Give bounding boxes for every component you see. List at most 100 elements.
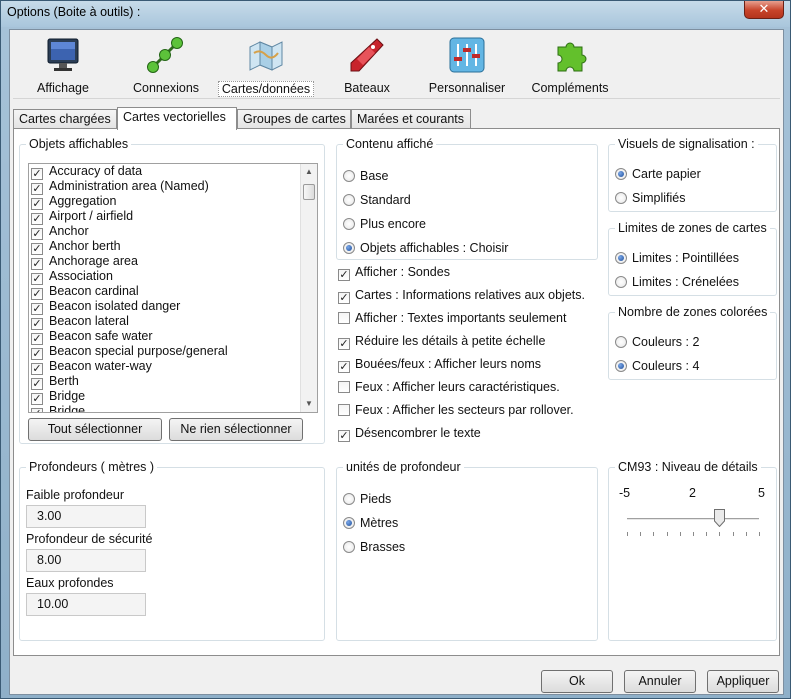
checkbox[interactable]	[338, 404, 350, 416]
radio-button[interactable]	[615, 192, 627, 204]
toolbar-bateaux[interactable]: Bateaux	[339, 35, 395, 97]
tab-cartes-chargees[interactable]: Cartes chargées	[13, 109, 117, 129]
slider-tick	[745, 532, 747, 536]
list-item[interactable]: ✓ Anchor berth	[29, 239, 317, 255]
checkbox[interactable]: ✓	[338, 361, 350, 373]
radio-plus-encore[interactable]: Plus encore	[343, 216, 426, 232]
visuels-signalisation-group: Visuels de signalisation : Carte papier …	[608, 137, 777, 212]
radio-button[interactable]	[343, 170, 355, 182]
option-checkbox-row[interactable]: ✓ Désencombrer le texte	[338, 425, 481, 442]
list-item[interactable]: ✓ Berth	[29, 374, 317, 390]
toolbar-connexions[interactable]: Connexions	[131, 35, 199, 97]
option-checkbox-row[interactable]: Afficher : Textes importants seulement	[338, 310, 566, 326]
group-legend: Contenu affiché	[343, 137, 437, 151]
option-checkbox-row[interactable]: ✓ Cartes : Informations relatives aux obj…	[338, 287, 585, 304]
radio-button[interactable]	[343, 218, 355, 230]
slider-tick	[719, 532, 721, 536]
scroll-up-icon[interactable]: ▲	[301, 164, 317, 180]
list-item[interactable]: ✓ Beacon isolated danger	[29, 299, 317, 315]
list-item[interactable]: ✓Bridge	[29, 389, 317, 405]
select-all-button[interactable]: Tout sélectionner	[28, 418, 162, 441]
list-item[interactable]: ✓ Beacon cardinal	[29, 284, 317, 300]
radio-button[interactable]	[343, 194, 355, 206]
radio-standard[interactable]: Standard	[343, 192, 411, 208]
checkbox[interactable]: ✓	[31, 408, 43, 412]
radio-carte-papier[interactable]: Carte papier	[615, 166, 701, 182]
radio-pieds[interactable]: Pieds	[343, 491, 391, 507]
scroll-down-icon[interactable]: ▼	[301, 396, 317, 412]
tab-groupes-de-cartes[interactable]: Groupes de cartes	[237, 109, 351, 129]
radio-limites-pointillees[interactable]: Limites : Pointillées	[615, 250, 739, 266]
checkbox[interactable]: ✓	[338, 430, 350, 442]
toolbar-affichage[interactable]: Affichage	[31, 35, 95, 97]
list-item[interactable]: ✓ Beacon safe water	[29, 329, 317, 345]
title-bar[interactable]: Options (Boite à outils) : ✕	[1, 1, 790, 27]
radio-button[interactable]	[343, 242, 355, 254]
list-item[interactable]: ✓ Administration area (Named)	[29, 179, 317, 195]
eaux-profondes-input[interactable]: 10.00	[26, 593, 146, 616]
radio-couleurs-4[interactable]: Couleurs : 4	[615, 358, 699, 374]
objects-listbox[interactable]: ✓ Accuracy of data ✓ Administration area (N…	[28, 163, 318, 413]
option-checkbox-row[interactable]: ✓ Bouées/feux : Afficher leurs noms	[338, 356, 541, 373]
list-item[interactable]: ✓ Airport / airfield	[29, 209, 317, 225]
list-item[interactable]: ✓ Beacon lateral	[29, 314, 317, 330]
list-item[interactable]: ✓ Aggregation	[29, 194, 317, 210]
toolbar-cartes-donnees[interactable]: Cartes/données	[218, 35, 314, 97]
slider-min-label: -5	[619, 486, 631, 500]
select-none-button[interactable]: Ne rien sélectionner	[169, 418, 303, 441]
cm93-slider-thumb[interactable]	[714, 509, 726, 527]
list-item[interactable]: ✓Bridge	[29, 404, 317, 412]
slider-tick	[693, 532, 694, 536]
toolbar-complements[interactable]: Compléments	[528, 35, 612, 97]
scroll-thumb[interactable]	[303, 184, 315, 200]
close-button[interactable]: ✕	[744, 1, 784, 19]
faible-profondeur-label: Faible profondeur	[26, 488, 124, 502]
option-checkbox-row[interactable]: Feux : Afficher les secteurs par rollove…	[338, 402, 574, 418]
list-item[interactable]: ✓ Anchorage area	[29, 254, 317, 270]
option-checkbox-row[interactable]: Feux : Afficher leurs caractéristiques.	[338, 379, 560, 395]
radio-button[interactable]	[615, 360, 627, 372]
limites-zones-group: Limites de zones de cartes Limites : Poi…	[608, 221, 777, 296]
checkbox[interactable]	[338, 381, 350, 393]
list-item[interactable]: ✓ Beacon special purpose/general	[29, 344, 317, 360]
checkbox[interactable]: ✓	[338, 292, 350, 304]
radio-button[interactable]	[343, 493, 355, 505]
option-checkbox-row[interactable]: ✓ Réduire les détails à petite échelle	[338, 333, 545, 350]
ok-button[interactable]: Ok	[541, 670, 613, 693]
radio-base[interactable]: Base	[343, 168, 389, 184]
slider-tick	[640, 532, 642, 536]
option-checkbox-row[interactable]: ✓ Afficher : Sondes	[338, 264, 450, 281]
radio-brasses[interactable]: Brasses	[343, 539, 405, 555]
radio-button[interactable]	[615, 168, 627, 180]
radio-button[interactable]	[343, 517, 355, 529]
radio-button[interactable]	[343, 541, 355, 553]
radio-metres[interactable]: Mètres	[343, 515, 398, 531]
checkbox[interactable]	[338, 312, 350, 324]
list-item[interactable]: ✓ Accuracy of data	[29, 164, 317, 180]
radio-couleurs-2[interactable]: Couleurs : 2	[615, 334, 699, 350]
list-item[interactable]: ✓ Anchor	[29, 224, 317, 240]
faible-profondeur-input[interactable]: 3.00	[26, 505, 146, 528]
network-icon	[147, 37, 183, 73]
radio-simplifies[interactable]: Simplifiés	[615, 190, 686, 206]
slider-mid-label: 2	[689, 486, 696, 500]
checkbox[interactable]: ✓	[338, 269, 350, 281]
tab-cartes-vectorielles[interactable]: Cartes vectorielles	[117, 107, 237, 130]
list-item[interactable]: ✓ Beacon water-way	[29, 359, 317, 375]
radio-label: Simplifiés	[632, 191, 686, 205]
list-item[interactable]: ✓ Association	[29, 269, 317, 285]
vertical-scrollbar[interactable]: ▲ ▼	[300, 164, 317, 412]
group-legend: Nombre de zones colorées	[615, 305, 771, 319]
radio-button[interactable]	[615, 276, 627, 288]
checkbox[interactable]: ✓	[338, 338, 350, 350]
toolbar-personnaliser[interactable]: Personnaliser	[425, 35, 509, 97]
radio-limites-crenelees[interactable]: Limites : Crénelées	[615, 274, 739, 290]
cm93-slider-track[interactable]	[627, 518, 759, 521]
radio-button[interactable]	[615, 252, 627, 264]
tab-marees-et-courants[interactable]: Marées et courants	[351, 109, 471, 129]
apply-button[interactable]: Appliquer	[707, 670, 779, 693]
cancel-button[interactable]: Annuler	[624, 670, 696, 693]
profondeur-securite-input[interactable]: 8.00	[26, 549, 146, 572]
radio-objets-choisir[interactable]: Objets affichables : Choisir	[343, 240, 508, 256]
radio-button[interactable]	[615, 336, 627, 348]
